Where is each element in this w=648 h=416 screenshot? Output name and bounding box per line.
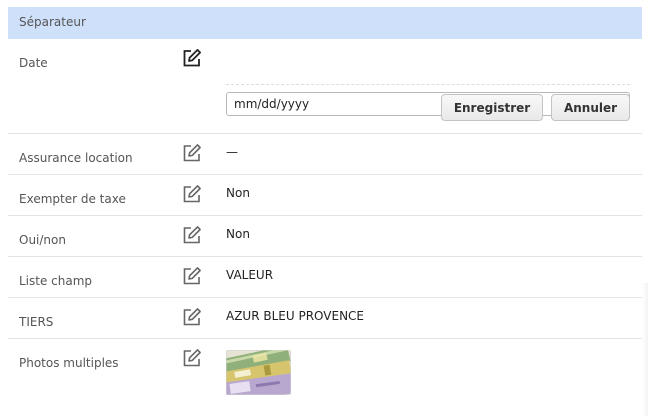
photo-thumbnail[interactable]: [226, 350, 291, 395]
date-input-value: mm/dd/yyyy: [234, 97, 310, 111]
field-row-date: Date mm/dd/yyyy Enregistrer Annuler: [8, 39, 642, 134]
record-fields-panel: Séparateur Date mm/dd/yyyy Enregistrer A…: [0, 0, 648, 416]
separator-label: Séparateur: [19, 15, 86, 29]
field-label-date: Date: [19, 56, 48, 70]
field-row-photos-multiples: Photos multiples: [8, 339, 642, 416]
edit-icon[interactable]: [181, 47, 203, 69]
scroll-edge-shadow: [642, 283, 648, 416]
field-divider: [226, 84, 630, 85]
edit-icon[interactable]: [181, 224, 203, 246]
edit-icon[interactable]: [181, 142, 203, 164]
save-button[interactable]: Enregistrer: [441, 94, 543, 121]
field-label-assurance-location: Assurance location: [19, 151, 133, 165]
field-row-assurance-location: Assurance location —: [8, 134, 642, 175]
cancel-button[interactable]: Annuler: [551, 94, 630, 121]
field-value-oui-non: Non: [226, 227, 250, 241]
field-value-tiers: AZUR BLEU PROVENCE: [226, 309, 364, 323]
field-label-exempter-de-taxe: Exempter de taxe: [19, 192, 126, 206]
field-row-liste-champ: Liste champ VALEUR: [8, 257, 642, 298]
field-label-oui-non: Oui/non: [19, 233, 66, 247]
edit-icon[interactable]: [181, 306, 203, 328]
field-label-liste-champ: Liste champ: [19, 274, 93, 288]
edit-icon[interactable]: [181, 183, 203, 205]
field-label-photos-multiples: Photos multiples: [19, 356, 119, 370]
field-label-tiers: TIERS: [19, 315, 54, 329]
section-separator: Séparateur: [8, 7, 642, 39]
field-value-liste-champ: VALEUR: [226, 268, 274, 282]
field-value-exempter-de-taxe: Non: [226, 186, 250, 200]
field-row-tiers: TIERS AZUR BLEU PROVENCE: [8, 298, 642, 339]
field-row-exempter-de-taxe: Exempter de taxe Non: [8, 175, 642, 216]
field-row-oui-non: Oui/non Non: [8, 216, 642, 257]
edit-icon[interactable]: [181, 347, 203, 369]
edit-icon[interactable]: [181, 265, 203, 287]
field-value-assurance-location: —: [226, 145, 238, 159]
